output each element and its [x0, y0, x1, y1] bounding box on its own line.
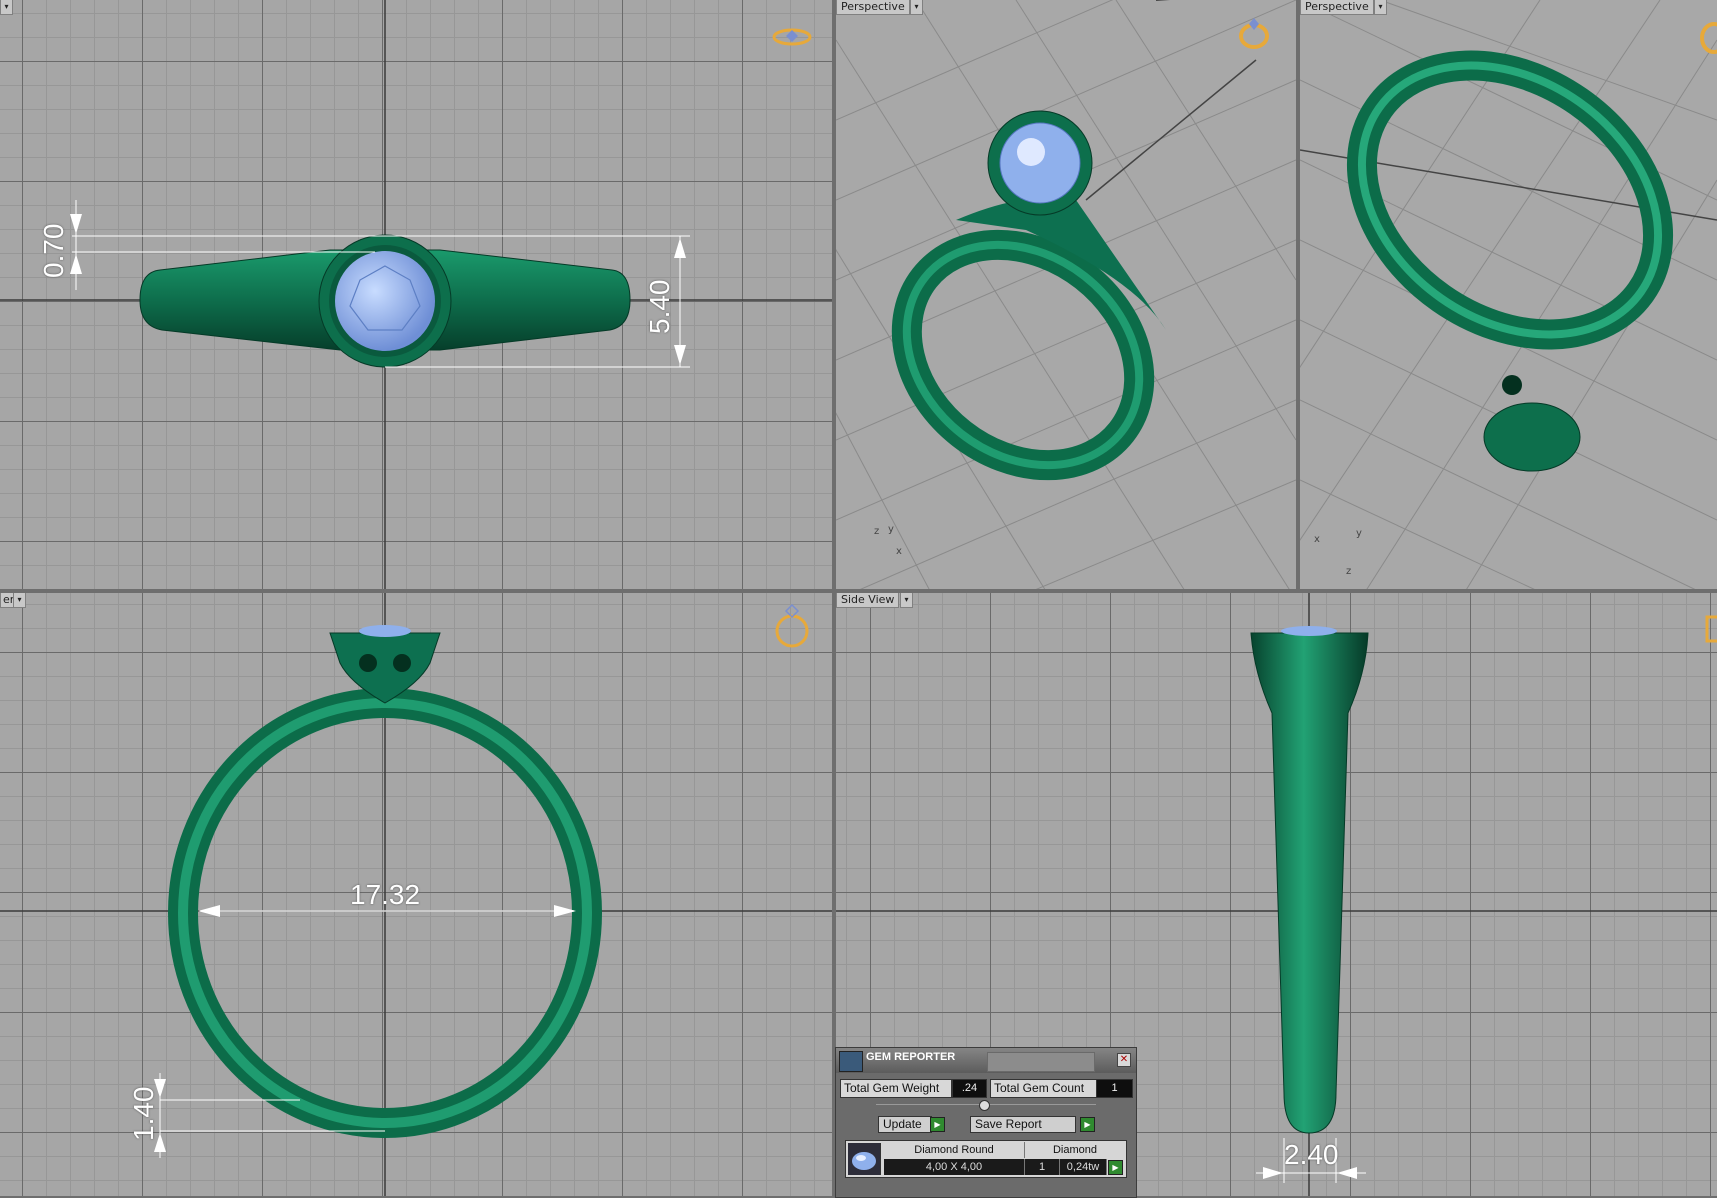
- side-view-dropdown[interactable]: ▾: [900, 593, 913, 608]
- total-gem-count-label: Total Gem Count: [990, 1079, 1098, 1098]
- gem-weight-cell: 0,24tw: [1060, 1159, 1107, 1175]
- diamond-thumbnail-icon: [848, 1143, 881, 1175]
- dimension-shank-width: 2.40: [1284, 1139, 1339, 1170]
- gem-row-go-icon[interactable]: ▶: [1108, 1160, 1123, 1175]
- ring-gizmo-icon[interactable]: [1696, 14, 1717, 58]
- side-view-label[interactable]: Side View: [836, 593, 900, 608]
- ring-gizmo-icon[interactable]: [1234, 14, 1274, 54]
- gem-count-cell: 1: [1025, 1159, 1060, 1175]
- gem-list-row[interactable]: Diamond Round 4,00 X 4,00 Diamond 1 0,24…: [845, 1140, 1127, 1178]
- dimension-band-gap: 0.70: [38, 223, 69, 279]
- gem-reporter-title-bar[interactable]: GEM REPORTER ✕: [836, 1048, 1136, 1073]
- perspective-2-scene: [1300, 0, 1717, 589]
- top-viewport[interactable]: ▾ 0.70 5.40: [0, 0, 832, 589]
- perspective-1-label[interactable]: Perspective: [836, 0, 910, 15]
- gem-material-cell: Diamond: [1052, 1144, 1098, 1156]
- update-button[interactable]: Update: [878, 1116, 932, 1133]
- front-viewport[interactable]: er ▾ 17.32 1.40: [0, 593, 832, 1196]
- total-gem-count-field[interactable]: 1: [1096, 1079, 1133, 1098]
- gem-reporter-title: GEM REPORTER: [866, 1051, 956, 1063]
- dimension-head-height: 5.40: [644, 279, 675, 335]
- close-icon[interactable]: ✕: [1117, 1053, 1131, 1067]
- gem-size-cell: 4,00 X 4,00: [884, 1159, 1025, 1175]
- save-report-go-icon[interactable]: ▶: [1080, 1117, 1095, 1132]
- front-view-dropdown[interactable]: ▾: [13, 593, 26, 608]
- total-gem-weight-field[interactable]: .24: [952, 1079, 987, 1098]
- gem-reporter-panel[interactable]: GEM REPORTER ✕ Total Gem Weight .24 Tota…: [835, 1047, 1137, 1198]
- top-view-menu-dropdown[interactable]: ▾: [0, 0, 13, 15]
- perspective-viewport-2[interactable]: Perspective ▾ x y z: [1300, 0, 1717, 589]
- ring-gizmo-icon[interactable]: [1704, 603, 1717, 649]
- axis-triad: x y z: [1314, 528, 1362, 577]
- dimension-shank-thickness: 1.40: [128, 1086, 159, 1142]
- title-bar-handle: [987, 1052, 1095, 1072]
- dimension-inner-diameter: 17.32: [350, 879, 421, 910]
- ring-gizmo-icon[interactable]: [770, 24, 814, 50]
- total-gem-weight-label: Total Gem Weight: [840, 1079, 952, 1098]
- perspective-viewport-1[interactable]: Perspective ▾ z y x: [836, 0, 1296, 589]
- perspective-2-dropdown[interactable]: ▾: [1374, 0, 1387, 15]
- perspective-1-dropdown[interactable]: ▾: [910, 0, 923, 15]
- top-view-scene: [0, 0, 832, 589]
- ring-gizmo-icon[interactable]: [772, 603, 812, 649]
- axis-triad: z y x: [874, 524, 902, 557]
- perspective-1-scene: [836, 0, 1296, 589]
- gem-shape-cell: Diamond Round: [884, 1142, 1025, 1158]
- update-go-icon[interactable]: ▶: [930, 1117, 945, 1132]
- panel-splitter-handle[interactable]: [979, 1100, 990, 1111]
- perspective-2-label[interactable]: Perspective: [1300, 0, 1374, 15]
- gem-reporter-icon: [839, 1051, 863, 1072]
- save-report-button[interactable]: Save Report: [970, 1116, 1076, 1133]
